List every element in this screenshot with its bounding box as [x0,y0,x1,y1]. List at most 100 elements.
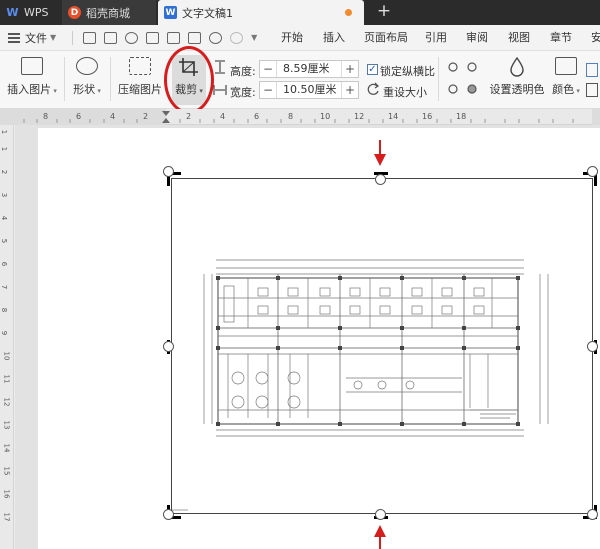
tab-store-label: 稻壳商城 [86,6,130,20]
hamburger-menu-icon[interactable] [8,32,20,43]
width-stepper[interactable]: − 10.50厘米 + [259,81,359,99]
new-tab-button[interactable]: + [374,0,394,25]
file-menu[interactable]: 文件 [25,30,47,46]
save-icon[interactable] [104,31,118,44]
height-minus-button[interactable]: − [260,62,276,76]
color-button[interactable]: 颜色 ▾ [548,55,584,97]
export-icon[interactable] [188,31,202,44]
ruler-h-label: 10 [320,112,331,121]
resize-handle-top-left[interactable] [163,166,174,177]
undo-icon[interactable] [209,31,223,44]
horizontal-ruler: 8 6 4 2 2 4 6 8 10 12 14 16 18 [0,109,600,125]
resize-handle-bottom-right[interactable] [587,509,598,520]
ruler-v-label: 10 [2,351,11,361]
height-icon [215,60,225,74]
shape-label: 形状 [73,83,96,96]
compress-picture-label: 压缩图片 [118,83,162,96]
menu-view[interactable]: 视图 [508,25,530,51]
ruler-v-label: 14 [2,443,11,453]
ruler-ticks [0,109,600,125]
resize-handle-right[interactable] [587,341,598,352]
redo-icon[interactable] [230,31,244,44]
picture-effects-icon[interactable] [586,83,598,97]
ruler-v-label: 13 [2,420,11,430]
ruler-v-label: 1 [0,129,9,135]
ruler-v-label: 9 [0,330,9,336]
more-chevron-icon[interactable]: ▼ [251,33,257,42]
ruler-h-label: 2 [143,112,149,121]
tab-docer-store[interactable]: D 稻壳商城 [62,0,156,25]
lock-ratio-checkbox[interactable]: ✓ [367,64,378,75]
tab-document[interactable]: W 文字文稿1 [158,0,364,25]
ruler-v-label: 2 [0,169,9,175]
annotation-arrow-up-icon [374,525,386,549]
menu-home[interactable]: 开始 [281,25,303,51]
ruler-v-label: 3 [0,192,9,198]
menu-insert[interactable]: 插入 [323,25,345,51]
ruler-v-label: 11 [2,374,11,384]
reset-size-button[interactable]: 重设大小 [383,84,427,100]
reset-size-icon [367,82,380,95]
resize-handle-top-right[interactable] [587,166,598,177]
tab-wps-label: WPS [24,6,49,19]
width-minus-button[interactable]: − [260,83,276,97]
ribbon-divider [64,57,65,101]
resize-handle-top[interactable] [375,174,386,185]
height-plus-button[interactable]: + [342,62,358,76]
ruler-v-label: 4 [0,215,9,221]
ruler-v-label: 16 [2,489,11,499]
compress-icon [129,57,151,75]
ruler-v-label: 7 [0,284,9,290]
menu-references[interactable]: 引用 [425,25,447,51]
print-icon[interactable] [146,31,160,44]
menu-chapter[interactable]: 章节 [550,25,572,51]
vertical-ruler: 1 1 2 3 4 5 6 7 8 9 10 11 12 13 14 15 16… [0,125,14,549]
droplet-icon [506,56,528,77]
ruler-v-label: 6 [0,261,9,267]
unsaved-dot-icon [345,9,352,16]
ruler-h-label: 6 [254,112,260,121]
picture-outline-icon[interactable] [586,63,598,77]
resize-handle-left[interactable] [163,341,174,352]
insert-picture-label: 插入图片 [7,83,52,96]
ruler-v-label: 17 [2,512,11,522]
resize-handle-bottom[interactable] [375,509,386,520]
shape-button[interactable]: 形状 ▾ [70,55,104,97]
toolbar-divider [72,30,74,45]
height-stepper[interactable]: − 8.59厘米 + [259,60,359,78]
wps-logo-icon: W [6,6,19,19]
width-value[interactable]: 10.50厘米 [276,82,342,98]
width-plus-button[interactable]: + [342,83,358,97]
format-painter-icon[interactable] [125,31,139,44]
ruler-h-label: 2 [186,112,192,121]
ruler-h-label: 6 [76,112,82,121]
compress-picture-button[interactable]: 压缩图片 [118,55,162,97]
ruler-v-label: 1 [0,146,9,152]
ruler-v-label: 5 [0,238,9,244]
color-label: 颜色 [552,83,575,96]
ruler-h-label: 14 [388,112,399,121]
annotation-red-circle [164,46,214,114]
open-folder-icon[interactable] [83,31,97,44]
annotation-arrow-down-icon [374,140,386,166]
menu-page-layout[interactable]: 页面布局 [364,25,408,51]
brightness-contrast-icons[interactable] [446,59,484,101]
height-value[interactable]: 8.59厘米 [276,61,342,77]
print-preview-icon[interactable] [167,31,181,44]
insert-picture-button[interactable]: 插入图片 ▾ [6,55,58,97]
ruler-h-label: 18 [456,112,467,121]
set-transparent-button[interactable]: 设置透明色 [489,55,545,97]
resize-handle-bottom-left[interactable] [163,509,174,520]
ruler-h-label: 4 [220,112,226,121]
tab-wps-home[interactable]: W WPS [0,0,60,25]
picture-tools-ribbon: 插入图片 ▾ 形状 ▾ 压缩图片 裁剪 ▾ 高度: − 8.59厘米 + 宽度:… [0,51,600,109]
picture-selection-frame[interactable] [171,178,593,514]
lock-ratio-label[interactable]: 锁定纵横比 [380,63,435,79]
menu-review[interactable]: 审阅 [466,25,488,51]
chevron-down-icon[interactable]: ▼ [50,33,56,42]
width-label: 宽度: [230,86,256,99]
ruler-v-label: 15 [2,466,11,476]
ribbon-divider [438,57,439,101]
writer-doc-icon: W [164,6,177,19]
menu-security[interactable]: 安 [591,25,600,51]
